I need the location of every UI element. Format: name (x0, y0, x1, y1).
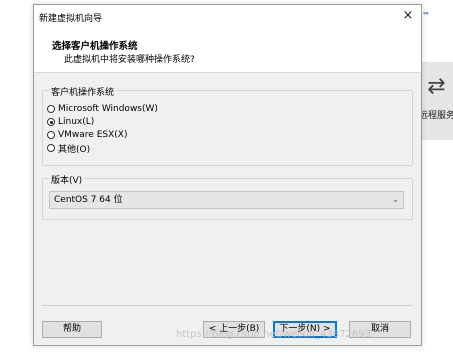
os-option-linux[interactable]: Linux(L) (47, 116, 94, 128)
os-option-label: VMware ESX(X) (58, 130, 128, 140)
trademark-mark: ™ (422, 11, 430, 20)
radio-button[interactable] (47, 144, 55, 152)
wizard-header: 选择客户机操作系统 此虚拟机中将安装哪种操作系统? (34, 27, 421, 73)
os-option-label: Microsoft Windows(W) (58, 104, 158, 114)
version-group-label: 版本(V) (49, 173, 85, 186)
background-remote-label: 远程服务 (419, 111, 453, 121)
page-title: 选择客户机操作系统 (52, 41, 138, 52)
radio-button[interactable] (47, 131, 55, 139)
watermark-text: https://blog.csdn.net/weixin_43872693 (176, 329, 372, 340)
help-button[interactable]: 帮助 (42, 321, 102, 338)
os-option-label: Linux(L) (58, 117, 95, 127)
title-bar: 新建虚拟机向导 × (34, 5, 421, 27)
page-subtitle: 此虚拟机中将安装哪种操作系统? (64, 55, 195, 65)
close-icon[interactable]: × (399, 7, 417, 25)
chevron-down-icon: ⌄ (392, 195, 399, 204)
os-option-windows[interactable]: Microsoft Windows(W) (47, 103, 158, 115)
divider (42, 305, 413, 306)
radio-button-checked[interactable] (47, 118, 55, 126)
window-title: 新建虚拟机向导 (39, 14, 103, 24)
version-group: 版本(V) CentOS 7 64 位 ⌄ (42, 173, 413, 220)
remote-transfer-icon: ⇄ (427, 74, 446, 99)
radio-button[interactable] (47, 105, 55, 113)
version-select[interactable]: CentOS 7 64 位 ⌄ (49, 191, 404, 209)
os-option-other[interactable]: 其他(O) (47, 142, 91, 155)
os-option-vmware-esx[interactable]: VMware ESX(X) (47, 129, 127, 141)
guest-os-group: 客户机操作系统 Microsoft Windows(W) Linux(L) VM… (42, 85, 413, 166)
guest-os-group-label: 客户机操作系统 (49, 85, 117, 98)
version-select-value: CentOS 7 64 位 (54, 195, 123, 205)
os-option-label: 其他(O) (58, 144, 91, 155)
new-vm-wizard-dialog: 新建虚拟机向导 × 选择客户机操作系统 此虚拟机中将安装哪种操作系统? 客户机操… (33, 4, 422, 346)
